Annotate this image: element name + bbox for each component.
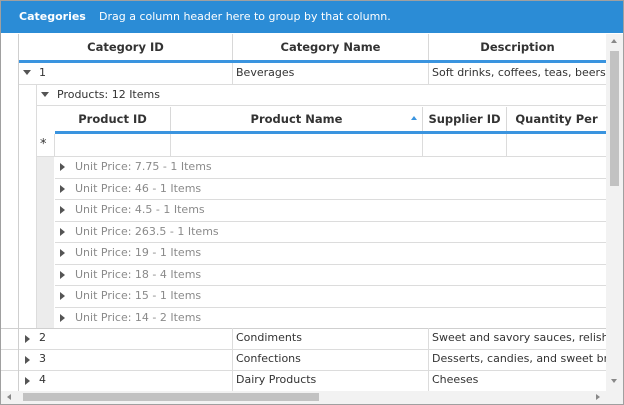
child-header-product-name[interactable]: Product Name bbox=[171, 107, 423, 131]
cell-description[interactable]: Sweet and savory sauces, relishes bbox=[432, 328, 606, 348]
child-group-label: Products: 12 Items bbox=[57, 88, 160, 101]
expand-icon[interactable] bbox=[25, 377, 30, 385]
price-group-row[interactable]: Unit Price: 4.5 - 1 Items bbox=[75, 200, 205, 220]
scroll-right-icon[interactable] bbox=[596, 394, 600, 400]
expand-icon[interactable] bbox=[60, 271, 65, 279]
price-group-row[interactable]: Unit Price: 18 - 4 Items bbox=[75, 265, 201, 285]
group-panel[interactable]: Categories Drag a column header here to … bbox=[1, 1, 623, 33]
horizontal-scroll-thumb[interactable] bbox=[23, 393, 319, 401]
price-group-row[interactable]: Unit Price: 7.75 - 1 Items bbox=[75, 157, 212, 177]
price-group-row[interactable]: Unit Price: 15 - 1 Items bbox=[75, 286, 201, 306]
expand-icon[interactable] bbox=[60, 314, 65, 322]
cell-description[interactable]: Desserts, candies, and sweet brea bbox=[432, 349, 606, 369]
cell-category-id[interactable]: 4 bbox=[39, 370, 229, 390]
cell-category-id[interactable]: 1 bbox=[39, 63, 229, 83]
expand-icon[interactable] bbox=[60, 228, 65, 236]
expand-icon[interactable] bbox=[60, 185, 65, 193]
group-hint: Drag a column header here to group by th… bbox=[99, 10, 391, 23]
cell-description[interactable]: Cheeses bbox=[432, 370, 606, 390]
cell-category-name[interactable]: Dairy Products bbox=[236, 370, 426, 390]
price-group-row[interactable]: Unit Price: 263.5 - 1 Items bbox=[75, 222, 219, 242]
row-indicator-header bbox=[1, 34, 19, 60]
expand-icon[interactable] bbox=[60, 292, 65, 300]
child-header-product-id[interactable]: Product ID bbox=[55, 107, 171, 131]
collapse-icon[interactable] bbox=[23, 70, 31, 75]
expand-icon[interactable] bbox=[25, 356, 30, 364]
expand-icon[interactable] bbox=[60, 163, 65, 171]
scroll-down-icon[interactable] bbox=[611, 379, 617, 383]
cell-category-name[interactable]: Beverages bbox=[236, 63, 426, 83]
scroll-left-icon[interactable] bbox=[7, 394, 11, 400]
child-header-underline bbox=[55, 131, 606, 134]
cell-description[interactable]: Soft drinks, coffees, teas, beers, an bbox=[432, 63, 606, 83]
expand-icon[interactable] bbox=[60, 206, 65, 214]
price-group-row[interactable]: Unit Price: 19 - 1 Items bbox=[75, 243, 201, 263]
col-header-category-id[interactable]: Category ID bbox=[19, 34, 233, 60]
expand-icon[interactable] bbox=[25, 335, 30, 343]
child-header-supplier-id[interactable]: Supplier ID bbox=[423, 107, 507, 131]
child-header-quantity-per[interactable]: Quantity Per bbox=[507, 107, 606, 131]
price-group-row[interactable]: Unit Price: 14 - 2 Items bbox=[75, 308, 201, 328]
scroll-up-icon[interactable] bbox=[611, 39, 617, 43]
child-collapse-icon[interactable] bbox=[41, 92, 49, 97]
col-header-category-name[interactable]: Category Name bbox=[233, 34, 429, 60]
cell-category-id[interactable]: 3 bbox=[39, 349, 229, 369]
sort-ascending-icon bbox=[411, 116, 417, 120]
cell-category-name[interactable]: Confections bbox=[236, 349, 426, 369]
price-group-row[interactable]: Unit Price: 46 - 1 Items bbox=[75, 179, 201, 199]
grid-title: Categories bbox=[19, 10, 86, 23]
col-header-description[interactable]: Description bbox=[429, 34, 606, 60]
grid-window: Categories Drag a column header here to … bbox=[0, 0, 624, 405]
cell-category-name[interactable]: Condiments bbox=[236, 328, 426, 348]
scroll-corner bbox=[606, 391, 623, 404]
cell-category-id[interactable]: 2 bbox=[39, 328, 229, 348]
new-row-icon[interactable]: * bbox=[40, 137, 47, 152]
expand-icon[interactable] bbox=[60, 249, 65, 257]
vertical-scroll-thumb[interactable] bbox=[610, 51, 619, 186]
